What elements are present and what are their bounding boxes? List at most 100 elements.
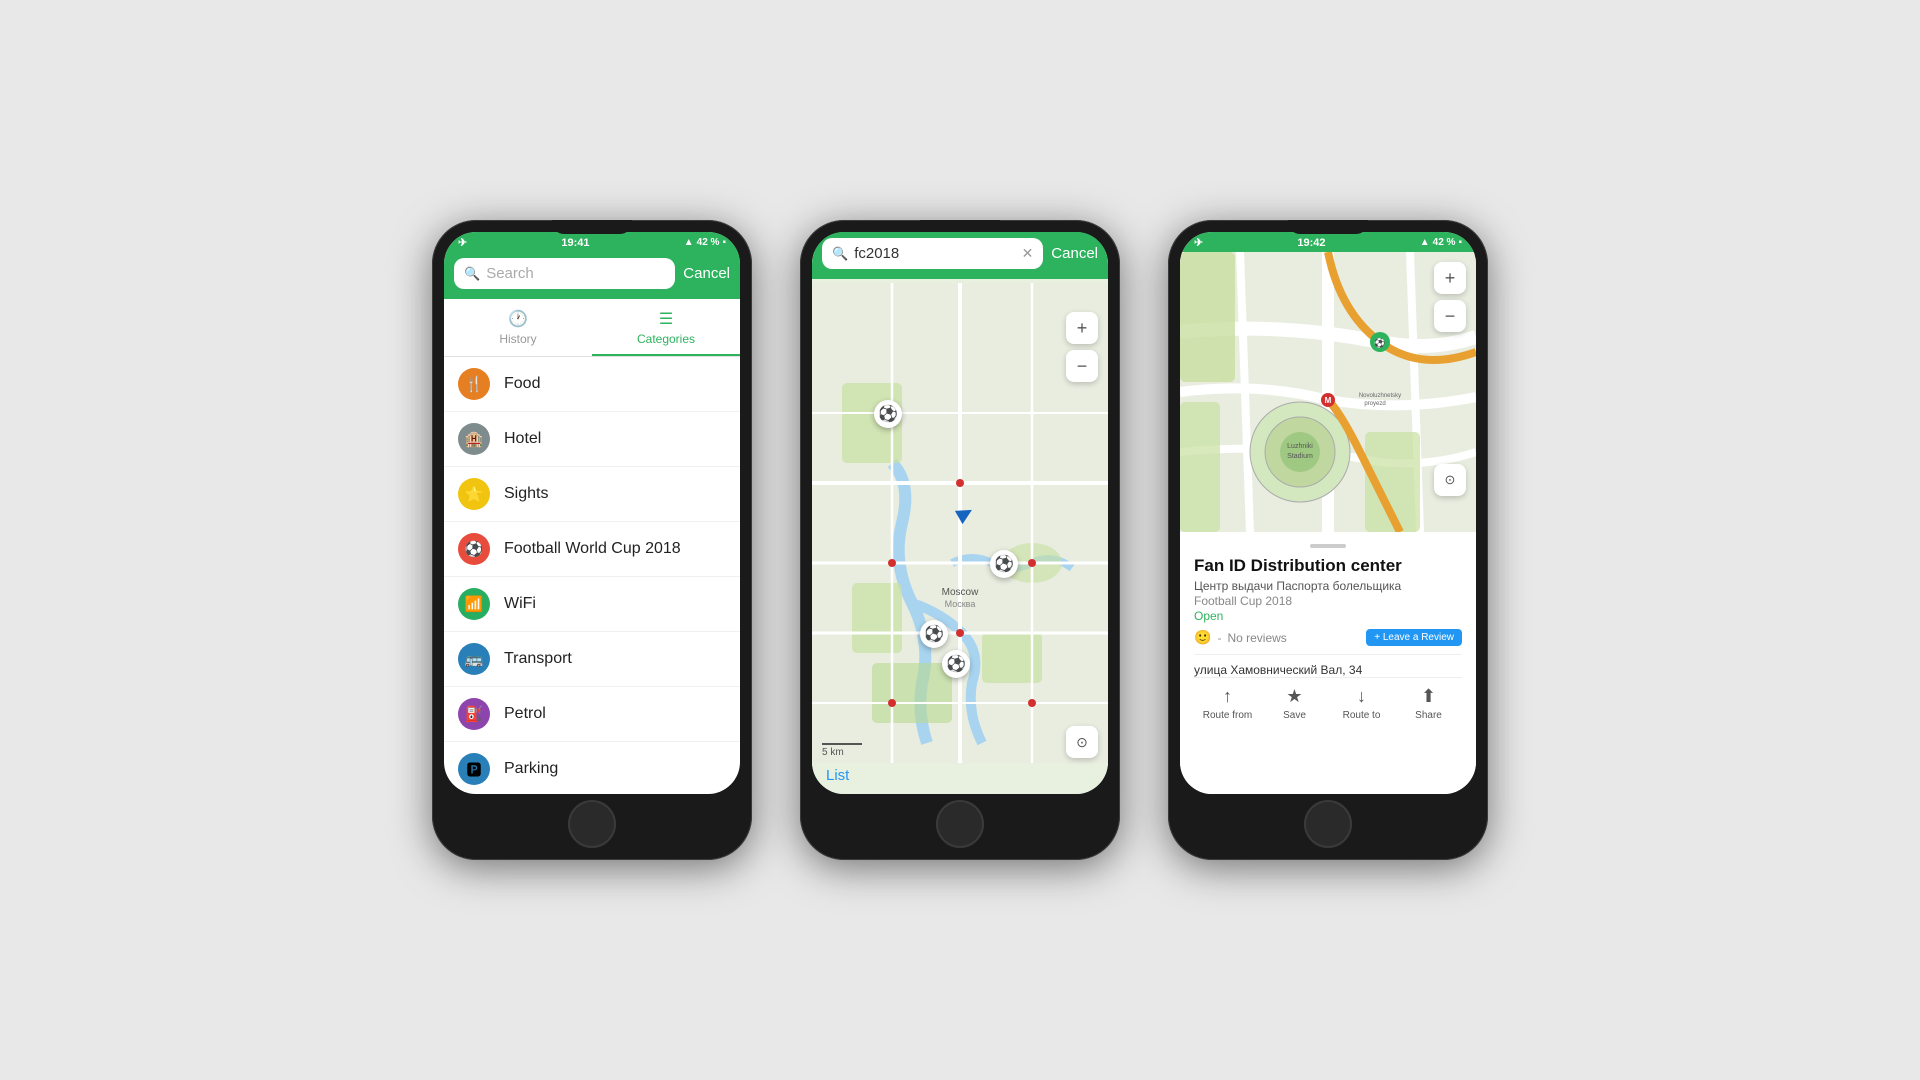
transport-icon: 🚌 <box>458 643 490 675</box>
airplane-icon: ✈ <box>458 236 467 249</box>
save-button[interactable]: ★ Save <box>1261 686 1328 721</box>
svg-text:Novoluzhnetsky: Novoluzhnetsky <box>1359 393 1401 399</box>
scale-bar <box>822 743 862 745</box>
tab-history-label: History <box>499 332 536 346</box>
list-item[interactable]: 🅿 Parking <box>444 742 740 794</box>
history-icon: 🕐 <box>508 309 528 329</box>
petrol-icon: ⛽ <box>458 698 490 730</box>
detail-map-area[interactable]: Luzhniki Stadium Novoluzhnetsky proyezd … <box>1180 252 1476 532</box>
list-item[interactable]: 🏨 Hotel <box>444 412 740 467</box>
map-search-input[interactable]: 🔍 fc2018 ✕ <box>822 238 1043 269</box>
detail-title: Fan ID Distribution center <box>1194 556 1462 576</box>
phone-3: ✈ 19:42 ▲ 42 % ▪ <box>1168 220 1488 860</box>
route-from-label: Route from <box>1203 710 1252 721</box>
phone-1: ✈ 19:41 ▲ 42 % ▪ 🔍 Search Cancel 🕐 Histo… <box>432 220 752 860</box>
detail-locate[interactable]: ⊙ <box>1434 464 1466 496</box>
soccer-pin-1[interactable]: ⚽ <box>874 400 902 428</box>
pull-handle[interactable] <box>1310 544 1346 548</box>
detail-category: Football Cup 2018 <box>1194 594 1462 608</box>
wifi-icon: 📶 <box>458 588 490 620</box>
battery-icon-3: ▪ <box>1458 237 1462 248</box>
save-icon: ★ <box>1286 686 1302 707</box>
share-icon: ⬆ <box>1421 686 1436 707</box>
svg-text:Stadium: Stadium <box>1287 453 1313 460</box>
list-button[interactable]: List <box>826 767 849 784</box>
category-list: 🍴 Food 🏨 Hotel ⭐ Sights ⚽ Football World… <box>444 357 740 794</box>
airplane-icon-3: ✈ <box>1194 236 1203 249</box>
parking-icon: 🅿 <box>458 753 490 785</box>
map-search-value: fc2018 <box>854 245 899 262</box>
search-icon: 🔍 <box>464 266 480 282</box>
route-to-icon: ↓ <box>1357 686 1366 707</box>
football-label: Football World Cup 2018 <box>504 540 681 558</box>
detail-zoom-in[interactable]: + <box>1434 262 1466 294</box>
svg-text:Moscow: Moscow <box>942 587 979 598</box>
leave-review-button[interactable]: + Leave a Review <box>1366 629 1462 646</box>
signal-icon-3: ▲ <box>1420 237 1430 248</box>
home-button-2[interactable] <box>936 800 984 848</box>
detail-status: Open <box>1194 609 1462 623</box>
battery-icon: ▪ <box>722 237 726 248</box>
tab-categories[interactable]: ☰ Categories <box>592 299 740 356</box>
map-svg: Moscow Москва <box>812 252 1108 794</box>
petrol-label: Petrol <box>504 705 546 723</box>
sights-label: Sights <box>504 485 548 503</box>
hotel-icon: 🏨 <box>458 423 490 455</box>
status-bar-3: ✈ 19:42 ▲ 42 % ▪ <box>1180 232 1476 252</box>
hotel-label: Hotel <box>504 430 541 448</box>
share-button[interactable]: ⬆ Share <box>1395 686 1462 721</box>
route-from-button[interactable]: ↑ Route from <box>1194 686 1261 721</box>
detail-address: улица Хамовнический Вал, 34 <box>1194 654 1462 677</box>
zoom-in-button[interactable]: + <box>1066 312 1098 344</box>
route-to-label: Route to <box>1343 710 1381 721</box>
map-cancel-button[interactable]: Cancel <box>1051 245 1098 262</box>
map-scale: 5 km <box>822 743 862 758</box>
home-button-3[interactable] <box>1304 800 1352 848</box>
map-area[interactable]: Moscow Москва ⚽ ⚽ ⚽ ⚽ ▶ + − ⊙ 5 km <box>812 252 1108 794</box>
soccer-pin-2[interactable]: ⚽ <box>990 550 1018 578</box>
detail-reviews-row: 🙂 - No reviews + Leave a Review <box>1194 629 1462 646</box>
detail-screen: Luzhniki Stadium Novoluzhnetsky proyezd … <box>1180 252 1476 794</box>
screen-2: ✈ 19:41 ▲ 42 % ▪ 🔍 fc2018 ✕ Cancel <box>812 232 1108 794</box>
clear-icon[interactable]: ✕ <box>1022 245 1034 262</box>
football-icon: ⚽ <box>458 533 490 565</box>
search-input-box[interactable]: 🔍 Search <box>454 258 675 289</box>
signal-icon: ▲ <box>684 237 694 248</box>
home-button-1[interactable] <box>568 800 616 848</box>
detail-map-svg: Luzhniki Stadium Novoluzhnetsky proyezd … <box>1180 252 1476 532</box>
zoom-out-button[interactable]: − <box>1066 350 1098 382</box>
svg-text:Luzhniki: Luzhniki <box>1287 443 1313 450</box>
status-bar-1: ✈ 19:41 ▲ 42 % ▪ <box>444 232 740 252</box>
battery-1: 42 % <box>697 237 720 248</box>
list-item[interactable]: 🚌 Transport <box>444 632 740 687</box>
route-to-button[interactable]: ↓ Route to <box>1328 686 1395 721</box>
svg-text:proyezd: proyezd <box>1364 401 1385 407</box>
list-item[interactable]: ⚽ Football World Cup 2018 <box>444 522 740 577</box>
search-placeholder: Search <box>486 265 534 282</box>
list-item[interactable]: ⭐ Sights <box>444 467 740 522</box>
parking-label: Parking <box>504 760 558 778</box>
scale-label: 5 km <box>822 747 862 758</box>
share-label: Share <box>1415 710 1442 721</box>
detail-zoom-out[interactable]: − <box>1434 300 1466 332</box>
list-item[interactable]: ⛽ Petrol <box>444 687 740 742</box>
svg-text:Москва: Москва <box>945 599 976 609</box>
soccer-pin-4[interactable]: ⚽ <box>942 650 970 678</box>
list-item[interactable]: 📶 WiFi <box>444 577 740 632</box>
sights-icon: ⭐ <box>458 478 490 510</box>
tab-categories-label: Categories <box>637 332 695 346</box>
detail-subtitle: Центр выдачи Паспорта болельщика <box>1194 579 1462 593</box>
screen-3: ✈ 19:42 ▲ 42 % ▪ <box>1180 232 1476 794</box>
battery-3: 42 % <box>1433 237 1456 248</box>
locate-button[interactable]: ⊙ <box>1066 726 1098 758</box>
tab-history[interactable]: 🕐 History <box>444 299 592 356</box>
smiley-icon: 🙂 <box>1194 629 1211 646</box>
detail-actions: ↑ Route from ★ Save ↓ Route to ⬆ Share <box>1194 677 1462 725</box>
list-item[interactable]: 🍴 Food <box>444 357 740 412</box>
food-label: Food <box>504 375 540 393</box>
categories-icon: ☰ <box>659 309 673 329</box>
transport-label: Transport <box>504 650 572 668</box>
cancel-button[interactable]: Cancel <box>683 265 730 282</box>
soccer-pin-3[interactable]: ⚽ <box>920 620 948 648</box>
save-label: Save <box>1283 710 1306 721</box>
